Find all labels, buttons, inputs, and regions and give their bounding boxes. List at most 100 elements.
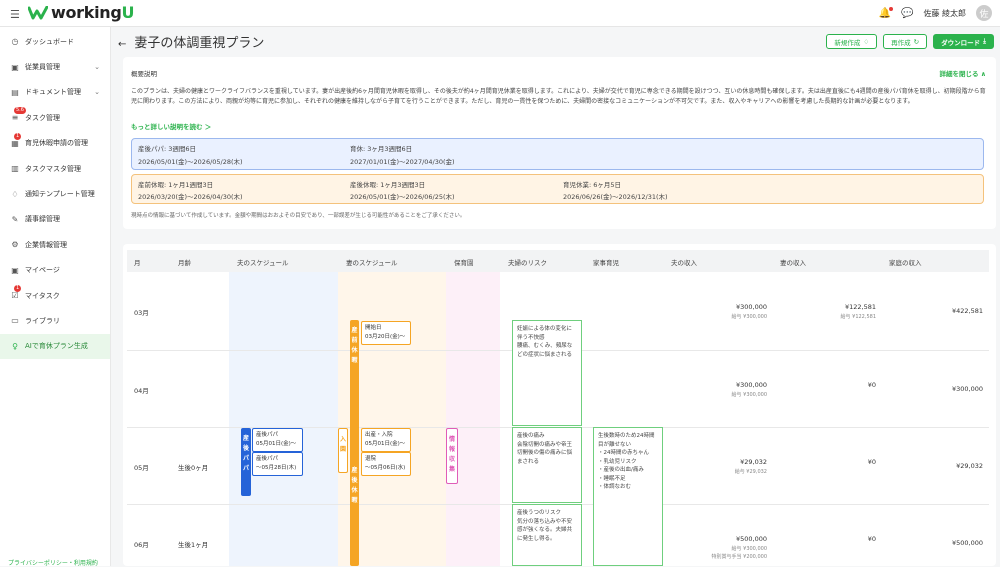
logo-icon bbox=[28, 5, 48, 19]
husband-papa-bar[interactable]: 産後パパ bbox=[241, 428, 251, 496]
row-month: 06月 bbox=[134, 541, 149, 549]
sidebar-item-label: タスクマスタ管理 bbox=[25, 164, 81, 173]
wife-leave-title: 産前休暇: 1ヶ月1週間3日 bbox=[138, 181, 214, 189]
close-details-link[interactable]: 詳細を閉じる ∧ bbox=[939, 68, 986, 78]
husband-income: ¥500,000 bbox=[735, 535, 767, 543]
sidebar-item-label: 企業情報管理 bbox=[25, 240, 67, 249]
chevron-down-icon[interactable]: ⌄ bbox=[94, 88, 100, 96]
count-badge: 5.6 bbox=[14, 107, 26, 115]
task-master-icon: ▥ bbox=[11, 164, 19, 174]
family-income: ¥29,032 bbox=[956, 462, 983, 470]
sidebar-item-label: 通知テンプレート管理 bbox=[25, 190, 95, 199]
download-button[interactable]: ダウンロード ⤓ bbox=[933, 34, 994, 49]
husband-column-bg bbox=[229, 272, 338, 566]
wife-event[interactable]: 出産・入院 05月01日(金)〜 bbox=[361, 428, 411, 452]
th-family-income: 家庭の収入 bbox=[889, 259, 922, 267]
page-title: ← 妻子の体調重視プラン bbox=[118, 32, 264, 51]
wife-leave-title: 育児休業: 6ヶ月5日 bbox=[563, 181, 622, 189]
husband-income-detail: 給与 ¥300,000 bbox=[731, 314, 767, 320]
chat-icon[interactable]: 💬 bbox=[901, 8, 913, 19]
chores-card[interactable]: 生後数時のため24時間目が離せない ・24時間の赤ちゃん ・乳幼児リスク ・産後の出血… bbox=[593, 427, 663, 566]
th-wife-income: 妻の収入 bbox=[780, 259, 806, 267]
wife-leave-range: 2026/06/26(金)〜2026/12/31(木) bbox=[563, 193, 668, 201]
document-icon: ▤ bbox=[11, 87, 19, 97]
task-icon: ≡ bbox=[11, 113, 19, 123]
sidebar-item-task[interactable]: ≡ タスク管理 5.6 bbox=[0, 105, 110, 130]
info-bar[interactable]: 情報収集 bbox=[446, 428, 458, 484]
sidebar-item-label: AIで育休プラン生成 bbox=[25, 342, 88, 351]
sidebar-item-leave[interactable]: ▦ 育児休暇申請の管理 1 bbox=[0, 131, 110, 156]
entry-bar[interactable]: 入園 bbox=[338, 428, 348, 473]
library-icon: ▭ bbox=[11, 316, 19, 326]
wife-income: ¥0 bbox=[867, 535, 876, 543]
recreate-button[interactable]: 再作成 ↻ bbox=[883, 34, 928, 49]
app-title-suffix: U bbox=[121, 3, 135, 22]
chevron-down-icon[interactable]: ⌄ bbox=[94, 63, 100, 71]
wife-income: ¥0 bbox=[867, 458, 876, 466]
wife-event[interactable]: 開始日 03月20日(金)〜 bbox=[361, 321, 411, 345]
sidebar-item-label: マイページ bbox=[25, 266, 60, 275]
th-chores: 家事育児 bbox=[593, 259, 619, 267]
wife-leave-range: 2026/03/20(金)〜2026/04/30(木) bbox=[138, 193, 243, 201]
husband-event[interactable]: 産後パパ 05月01日(金)〜 bbox=[252, 428, 303, 452]
sidebar-item-employee[interactable]: ▣ 従業員管理 ⌄ bbox=[0, 54, 110, 79]
sidebar-item-label: ライブラリ bbox=[25, 316, 60, 325]
new-plan-button[interactable]: 新規作成 ♢ bbox=[826, 34, 878, 49]
th-wife-schedule: 妻のスケジュール bbox=[346, 259, 398, 267]
wife-income: ¥0 bbox=[867, 381, 876, 389]
risk-card[interactable]: 産後うつのリスク 気分の落ち込みや不安感が強くなる。夫婦共に発生し得る。 bbox=[512, 504, 582, 566]
sidebar-item-minutes[interactable]: ✎ 議事録管理 bbox=[0, 207, 110, 232]
row-month: 03月 bbox=[134, 309, 149, 317]
bell-icon[interactable]: 🔔 bbox=[879, 6, 893, 19]
top-bar: ☰ workingU 🔔 💬 佐藤 綾太郎 佐 bbox=[0, 0, 1000, 27]
sidebar-item-library[interactable]: ▭ ライブラリ bbox=[0, 308, 110, 333]
risk-card[interactable]: 産後の痛み 会陰切開の痛みや帝王切開後の傷の痛みに悩まされる bbox=[512, 427, 582, 503]
entry-bar-label: 入園 bbox=[339, 436, 346, 453]
sidebar-item-label: マイタスク bbox=[25, 291, 60, 300]
sidebar-item-company[interactable]: ⚙ 企業情報管理 bbox=[0, 232, 110, 257]
sidebar-item-notification[interactable]: ♢ 通知テンプレート管理 bbox=[0, 181, 110, 206]
wife-event[interactable]: 退院 〜05月06日(水) bbox=[361, 452, 411, 476]
read-more-link[interactable]: もっと詳しい説明を読む ＞ bbox=[131, 121, 211, 131]
info-bar-label: 情報収集 bbox=[448, 436, 455, 473]
sidebar-item-dashboard[interactable]: ◷ ダッシュボード bbox=[0, 29, 110, 54]
app-logo[interactable]: workingU bbox=[28, 3, 135, 22]
wife-income-detail: 給与 ¥122,581 bbox=[840, 314, 876, 320]
count-badge: 1 bbox=[14, 132, 22, 140]
wife-leave-bar[interactable]: 産前休暇 産後休暇 bbox=[350, 320, 359, 566]
husband-event[interactable]: 産後パパ 〜05月28日(木) bbox=[252, 452, 303, 476]
th-husband-schedule: 夫のスケジュール bbox=[237, 259, 289, 267]
dashboard-icon: ◷ bbox=[11, 37, 19, 47]
sidebar-item-mytask[interactable]: ☑ マイタスク 1 bbox=[0, 283, 110, 308]
count-badge: 1 bbox=[14, 284, 22, 292]
mytask-icon: ☑ bbox=[11, 291, 19, 301]
overview-text: このプランは、夫婦の健康とワークライフバランスを重視しています。妻が出産後約6ヶ… bbox=[131, 88, 986, 105]
company-icon: ⚙ bbox=[11, 240, 19, 250]
sidebar-item-task-master[interactable]: ▥ タスクマスタ管理 bbox=[0, 156, 110, 181]
sidebar-item-label: タスク管理 bbox=[25, 113, 60, 122]
avatar[interactable]: 佐 bbox=[976, 5, 992, 21]
bulb-icon: ♢ bbox=[863, 37, 870, 46]
wife-leave-title: 産後休暇: 1ヶ月3週間3日 bbox=[350, 181, 426, 189]
user-name[interactable]: 佐藤 綾太郎 bbox=[923, 8, 966, 19]
sidebar-item-label: 議事録管理 bbox=[25, 215, 60, 224]
husband-leave-range: 2026/05/01(金)〜2026/05/28(木) bbox=[138, 158, 243, 166]
back-arrow-icon[interactable]: ← bbox=[118, 39, 126, 50]
table-header: 月 月齢 夫のスケジュール 妻のスケジュール 保育園 夫婦のリスク 家事育児 夫… bbox=[127, 250, 989, 272]
wife-postnatal-label: 産後休暇 bbox=[351, 467, 358, 504]
hamburger-icon[interactable]: ☰ bbox=[10, 8, 20, 21]
row-age: 生後0ヶ月 bbox=[178, 464, 209, 472]
risk-card[interactable]: 妊娠による体の変化に伴う不快感 腰痛、むくみ、頻尿などの症状に悩まされる bbox=[512, 320, 582, 426]
family-income: ¥300,000 bbox=[951, 385, 983, 393]
husband-income: ¥300,000 bbox=[735, 303, 767, 311]
sidebar-item-ai[interactable]: ♀ AIで育休プラン生成 bbox=[0, 333, 110, 360]
sidebar-item-label: ダッシュボード bbox=[25, 37, 74, 46]
sidebar-item-mypage[interactable]: ▣ マイページ bbox=[0, 258, 110, 283]
mypage-icon: ▣ bbox=[11, 265, 19, 275]
sidebar-item-document[interactable]: ▤ ドキュメント管理 ⌄ bbox=[0, 80, 110, 105]
husband-leave-range: 2027/01/01(金)〜2027/04/30(金) bbox=[350, 158, 455, 166]
husband-leave-box: 産後パパ: 3週間6日 2026/05/01(金)〜2026/05/28(木) … bbox=[131, 138, 984, 170]
papa-bar-label: 産後パパ bbox=[242, 435, 249, 472]
husband-income-detail: 給与 ¥300,000 bbox=[731, 392, 767, 398]
notification-icon: ♢ bbox=[11, 189, 19, 199]
